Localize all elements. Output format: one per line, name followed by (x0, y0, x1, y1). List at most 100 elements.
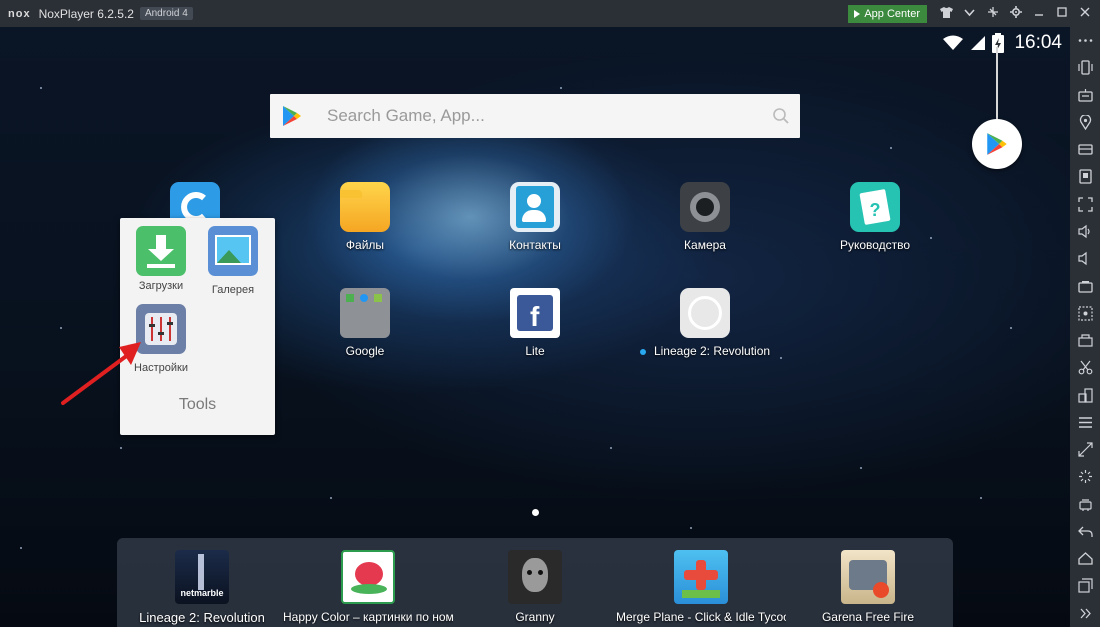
macro-icon (1077, 306, 1093, 321)
search-bar[interactable]: Search Game, App... (270, 94, 800, 138)
sidebar-expand[interactable] (1070, 600, 1100, 627)
close-icon[interactable] (1073, 7, 1096, 20)
app-center-button[interactable]: App Center (848, 4, 927, 23)
app-files[interactable]: Файлы (305, 182, 425, 252)
recent-apps-icon (1077, 578, 1093, 594)
play-triangle-icon (854, 9, 861, 18)
camera-icon (680, 182, 730, 232)
folder-app-downloads[interactable]: Загрузки (126, 226, 196, 292)
sidebar-back[interactable] (1070, 518, 1100, 545)
window-title: NoxPlayer 6.2.5.2 (38, 6, 134, 21)
loading-icon (1078, 470, 1092, 484)
volume-down-icon (1077, 252, 1087, 266)
nox-logo: nox (8, 7, 31, 20)
dock-app-free-fire[interactable]: Garena Free Fire (783, 550, 953, 624)
sidebar-record[interactable] (1070, 327, 1100, 354)
search-icon[interactable] (772, 107, 790, 125)
app-label-text: Lineage 2: Revolution (653, 344, 771, 358)
sidebar-menu[interactable] (1070, 409, 1100, 436)
app-label: Google (345, 344, 385, 358)
minimize-icon[interactable] (1027, 7, 1050, 20)
app-label: Руководство (839, 238, 911, 252)
boost-icon (1078, 499, 1092, 511)
sidebar-volume-down[interactable] (1070, 245, 1100, 272)
dock-app-happy-color[interactable]: Happy Color – картинки по номер (283, 550, 453, 624)
record-icon (1077, 334, 1093, 347)
expand-icon (1080, 608, 1091, 619)
lineage-game-icon: netmarble (175, 550, 229, 604)
chevron-down-icon[interactable] (958, 8, 981, 20)
sidebar-screenshot[interactable] (1070, 272, 1100, 299)
app-center-label: App Center (864, 7, 920, 20)
dock: netmarble Lineage 2: Revolution Happy Co… (117, 538, 953, 627)
play-store-bubble[interactable] (972, 119, 1022, 169)
title-bar: nox NoxPlayer 6.2.5.2 Android 4 App Cent… (0, 0, 1100, 27)
free-fire-icon (841, 550, 895, 604)
play-store-icon (283, 106, 301, 126)
nox-app-icon (680, 288, 730, 338)
folder-app-gallery[interactable]: Галерея (198, 226, 268, 296)
sidebar-macro[interactable] (1070, 300, 1100, 327)
app-label: Камера (684, 238, 726, 252)
android-screen[interactable]: 16:04 Search Game, App... Файлы Контакты… (0, 27, 1070, 627)
gallery-icon (208, 226, 258, 276)
app-google-folder[interactable]: Google (305, 288, 425, 358)
sidebar-loading[interactable] (1070, 463, 1100, 490)
dock-app-label: Happy Color – картинки по номер (283, 610, 453, 624)
resize-icon (1077, 442, 1093, 457)
scissors-icon (1078, 360, 1092, 375)
app-label: Файлы (345, 238, 385, 252)
app-guide[interactable]: ? Руководство (815, 182, 935, 252)
guide-icon: ? (850, 182, 900, 232)
sidebar-more[interactable] (1070, 27, 1100, 54)
app-label: Lite (525, 344, 545, 358)
sidebar-fullscreen[interactable] (1070, 191, 1100, 218)
sidebar-location[interactable] (1070, 109, 1100, 136)
granny-icon (508, 550, 562, 604)
happy-color-icon (341, 550, 395, 604)
shirt-icon[interactable] (935, 6, 958, 21)
sidebar-shake[interactable] (1070, 54, 1100, 81)
search-input[interactable]: Search Game, App... (327, 106, 772, 126)
dock-app-lineage[interactable]: netmarble Lineage 2: Revolution (117, 550, 287, 625)
dock-app-merge-plane[interactable]: Merge Plane - Click & Idle Tycoon (616, 550, 786, 624)
app-label: Контакты (509, 238, 561, 252)
sidebar-recent[interactable] (1070, 572, 1100, 599)
dock-app-label: Garena Free Fire (821, 610, 915, 624)
page-indicator-dot (532, 509, 539, 516)
google-folder-icon (340, 288, 390, 338)
bubble-line (996, 47, 998, 119)
virtual-keys-icon (1077, 144, 1093, 155)
merge-plane-icon (674, 550, 728, 604)
wifi-icon (943, 35, 964, 50)
folder-app-label: Загрузки (138, 280, 184, 292)
app-camera[interactable]: Камера (645, 182, 765, 252)
sidebar-multi-instance[interactable] (1070, 381, 1100, 408)
right-toolbar (1070, 27, 1100, 627)
volume-up-icon (1077, 224, 1090, 239)
pin-icon[interactable] (981, 6, 1004, 21)
sidebar-apk[interactable] (1070, 163, 1100, 190)
sidebar-keyboard[interactable] (1070, 82, 1100, 109)
multi-instance-icon (1077, 387, 1093, 403)
sidebar-scissors[interactable] (1070, 354, 1100, 381)
maximize-icon[interactable] (1050, 7, 1073, 20)
sidebar-resize[interactable] (1070, 436, 1100, 463)
sidebar-virtual-keys[interactable] (1070, 136, 1100, 163)
more-icon (1078, 39, 1092, 42)
new-app-dot (639, 348, 646, 355)
folder-app-label: Галерея (211, 284, 255, 296)
android-version-badge: Android 4 (139, 7, 193, 20)
play-store-bubble-icon (987, 133, 1007, 155)
signal-icon (971, 36, 986, 50)
gear-icon[interactable] (1004, 6, 1027, 21)
sidebar-volume-up[interactable] (1070, 218, 1100, 245)
battery-icon (992, 33, 1005, 53)
app-contacts[interactable]: Контакты (475, 182, 595, 252)
app-facebook-lite[interactable]: f Lite (475, 288, 595, 358)
app-lineage[interactable]: Lineage 2: Revolution (625, 288, 785, 358)
sidebar-home[interactable] (1070, 545, 1100, 572)
sidebar-boost[interactable] (1070, 491, 1100, 518)
dock-app-granny[interactable]: Granny (450, 550, 620, 624)
screenshot-icon (1077, 280, 1093, 293)
